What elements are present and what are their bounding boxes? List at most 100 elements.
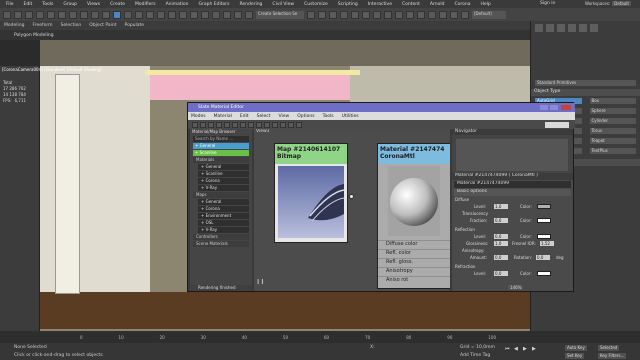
menu-item-rendering[interactable]: Rendering	[239, 2, 262, 7]
schematic-icon[interactable]	[362, 10, 370, 19]
project-icon[interactable]	[461, 10, 469, 19]
rotation-value[interactable]: 0,0	[536, 255, 550, 260]
angle-snap-icon[interactable]	[212, 10, 220, 19]
ribbon-tab-populate[interactable]: Populate	[125, 23, 145, 28]
edit-named-sets-icon[interactable]	[245, 10, 253, 19]
primitive-button-teapot[interactable]: Teapot	[589, 138, 636, 144]
keyboard-shortcut-icon[interactable]	[190, 10, 198, 19]
undo-icon[interactable]	[3, 10, 11, 19]
display-tab-icon[interactable]	[579, 24, 587, 32]
sme-menu-options[interactable]: Options	[297, 114, 314, 119]
scene-explorer-icon[interactable]	[340, 10, 348, 19]
browser-highlight-general[interactable]: + General	[193, 143, 249, 149]
auto-key-button[interactable]: Auto Key	[565, 345, 587, 351]
primitive-button-torus[interactable]: Torus	[589, 128, 636, 134]
delete-icon[interactable]	[224, 121, 230, 128]
menu-item-interactive[interactable]: Interactive	[368, 2, 392, 7]
navigator-view[interactable]	[456, 139, 568, 171]
view-lock-icon[interactable]: ❙❙	[256, 279, 264, 285]
link-icon[interactable]	[25, 10, 33, 19]
menu-item-help[interactable]: Help	[480, 2, 490, 7]
rotate-icon[interactable]	[124, 10, 132, 19]
motion-tab-icon[interactable]	[568, 24, 576, 32]
material-map-browser-icon[interactable]	[280, 121, 286, 128]
sme-menu-utilities[interactable]: Utilities	[342, 114, 359, 119]
show-map-icon[interactable]	[248, 121, 254, 128]
sme-menu-view[interactable]: View	[279, 114, 290, 119]
corona-material-node[interactable]: Material #2147474 CoronaMtl Diffuse colo…	[377, 143, 450, 289]
primitive-button-box[interactable]: Box	[589, 98, 636, 104]
sme-menu-modes[interactable]: Modes	[191, 114, 206, 119]
material-editor-icon[interactable]	[373, 10, 381, 19]
refraction-color-swatch[interactable]	[537, 271, 551, 276]
hierarchy-tab-icon[interactable]	[557, 24, 565, 32]
filter-icon[interactable]	[58, 10, 66, 19]
menu-item-corona[interactable]: Corona	[454, 2, 470, 7]
menu-item-create[interactable]: Create	[110, 2, 125, 7]
select-by-name-icon[interactable]	[80, 10, 88, 19]
key-filters-button[interactable]: Key Filters...	[598, 353, 627, 359]
menu-item-file[interactable]: File	[6, 2, 14, 7]
snap-icon[interactable]	[201, 10, 209, 19]
prev-frame-icon[interactable]: ◀	[514, 346, 518, 352]
material-slot[interactable]: Diffuse color	[378, 240, 450, 249]
browser-map-group[interactable]: + General	[198, 199, 249, 205]
show-bg-icon[interactable]	[256, 121, 262, 128]
view-dropdown[interactable]: [Default]	[472, 10, 506, 19]
fraction-value[interactable]: 0,0	[494, 218, 508, 223]
polygon-modeling-bar[interactable]: Polygon Modeling	[0, 30, 530, 40]
add-time-tag[interactable]: Add Time Tag	[460, 353, 490, 358]
menu-item-customize[interactable]: Customize	[304, 2, 328, 7]
basic-options-rollout[interactable]: Basic options	[454, 189, 571, 196]
workspaces-dropdown[interactable]: Default	[612, 1, 631, 6]
scale-icon[interactable]	[135, 10, 143, 19]
primitives-dropdown[interactable]: Standard Primitives	[535, 80, 636, 86]
select-manipulate-icon[interactable]	[179, 10, 187, 19]
hide-slots-icon[interactable]	[240, 121, 246, 128]
material-slot[interactable]: Refl. gloss.	[378, 258, 450, 267]
put-to-scene-icon[interactable]	[208, 121, 214, 128]
viewport-label[interactable]: [CoronaCamera004] [Standard] [Default Sh…	[2, 67, 102, 72]
play-icon[interactable]: ▶	[523, 346, 527, 352]
translucency-color-swatch[interactable]	[537, 218, 551, 223]
sme-close-icon[interactable]	[561, 105, 571, 110]
menu-item-views[interactable]: Views	[87, 2, 100, 7]
browser-section-materials[interactable]: Materials	[193, 157, 249, 163]
diffuse-color-swatch[interactable]	[537, 204, 551, 209]
modify-tab-icon[interactable]	[546, 24, 554, 32]
ribbon-tab-freeform[interactable]: Freeform	[32, 23, 52, 28]
sme-menu-tools[interactable]: Tools	[323, 114, 334, 119]
browser-map-group[interactable]: + OSL	[198, 220, 249, 226]
folder-icon[interactable]	[450, 10, 458, 19]
bitmap-output-socket[interactable]	[349, 194, 354, 199]
aniso-amount-value[interactable]: 0,0	[494, 255, 508, 260]
layout-children-icon[interactable]	[272, 121, 278, 128]
assign-material-icon[interactable]	[216, 121, 222, 128]
sme-maximize-icon[interactable]	[550, 105, 558, 110]
window-crossing-icon[interactable]	[102, 10, 110, 19]
coord-system-icon[interactable]	[157, 10, 165, 19]
browser-material-group[interactable]: + Corona	[198, 178, 249, 184]
mirror-icon[interactable]	[307, 10, 315, 19]
view-selector[interactable]	[545, 121, 569, 128]
menu-item-scripting[interactable]: Scripting	[338, 2, 358, 7]
sme-menu-select[interactable]: Select	[257, 114, 271, 119]
move-icon[interactable]	[113, 10, 121, 19]
workspaces[interactable]: Workspaces: Default	[585, 1, 631, 6]
select-object-icon[interactable]	[69, 10, 77, 19]
object-type-title[interactable]: Object Type	[531, 89, 640, 96]
sme-menu-edit[interactable]: Edit	[240, 114, 249, 119]
set-key-button[interactable]: Set Key	[565, 353, 585, 359]
spinner-snap-icon[interactable]	[234, 10, 242, 19]
browser-map-group[interactable]: + V-Ray	[198, 227, 249, 233]
menu-item-arnold[interactable]: Arnold	[430, 2, 445, 7]
parameter-editor-icon[interactable]	[288, 121, 294, 128]
props-name[interactable]: Material #2147474099	[454, 181, 571, 188]
reflection-level-value[interactable]: 0,0	[494, 234, 508, 239]
menu-item-content[interactable]: Content	[402, 2, 420, 7]
selected-dropdown[interactable]: Selected	[598, 345, 620, 351]
menu-item-group[interactable]: Group	[63, 2, 77, 7]
layer-icon[interactable]	[329, 10, 337, 19]
zoom-level[interactable]: 146%	[508, 285, 524, 290]
ribbon-tab-selection[interactable]: Selection	[61, 23, 82, 28]
